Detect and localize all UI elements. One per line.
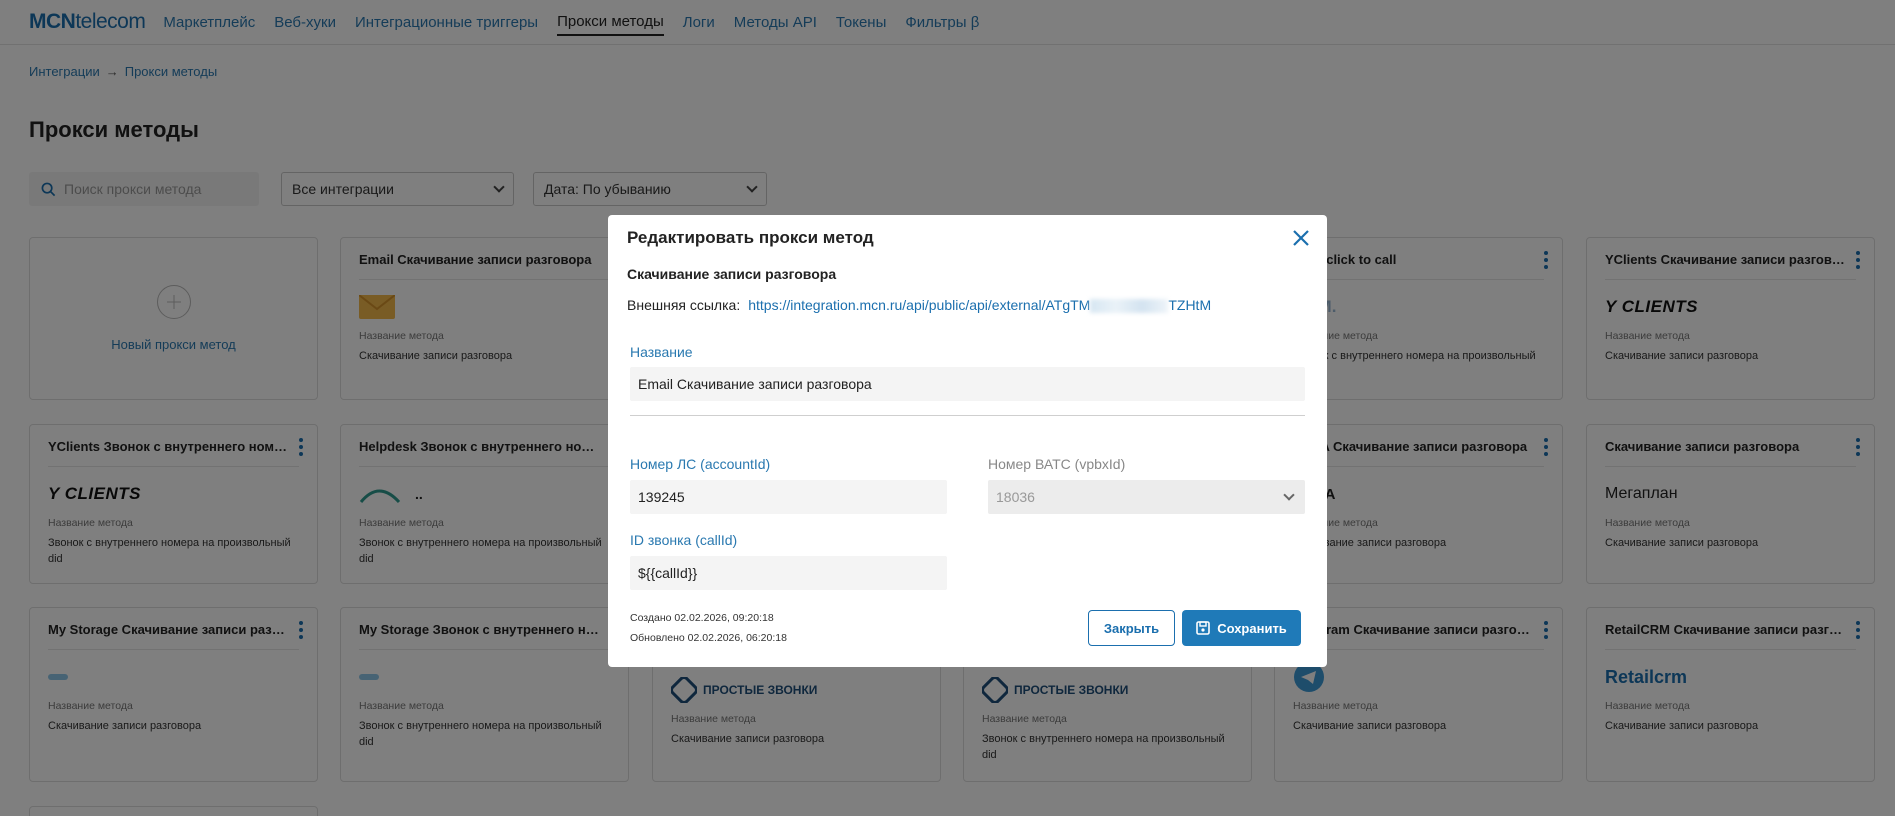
name-label: Название (630, 344, 693, 360)
close-icon[interactable] (1291, 228, 1311, 248)
call-id-label: ID звонка (callId) (630, 532, 738, 548)
vpbx-id-select: 18036 (988, 480, 1305, 514)
edit-proxy-method-modal: Редактировать прокси метод Скачивание за… (608, 215, 1327, 667)
external-link[interactable]: https://integration.mcn.ru/api/public/ap… (748, 297, 1211, 314)
divider (630, 415, 1305, 416)
save-button-label: Сохранить (1217, 620, 1287, 636)
vpbx-id-value: 18036 (996, 489, 1035, 505)
created-timestamp: Создано 02.02.2026, 09:20:18 (630, 612, 774, 624)
external-link-row: Внешняя ссылка: https://integration.mcn.… (627, 297, 1211, 314)
save-button[interactable]: Сохранить (1182, 610, 1301, 646)
save-icon (1196, 621, 1210, 635)
redacted-token (1090, 299, 1169, 314)
external-link-label: Внешняя ссылка: (627, 297, 741, 313)
name-input[interactable]: Email Скачивание записи разговора (630, 367, 1305, 401)
account-id-label: Номер ЛС (accountId) (630, 456, 771, 472)
account-id-input[interactable]: 139245 (630, 480, 947, 514)
modal-title: Редактировать прокси метод (627, 228, 874, 247)
vpbx-id-label: Номер ВАТС (vpbxId) (988, 456, 1126, 472)
page: MCNtelecom Маркетплейс Веб-хуки Интеграц… (0, 0, 1895, 816)
modal-subtitle: Скачивание записи разговора (627, 266, 837, 282)
chevron-down-icon (1283, 489, 1295, 501)
updated-timestamp: Обновлено 02.02.2026, 06:20:18 (630, 632, 787, 644)
call-id-input[interactable]: ${{callId}} (630, 556, 947, 590)
close-button[interactable]: Закрыть (1088, 610, 1175, 646)
